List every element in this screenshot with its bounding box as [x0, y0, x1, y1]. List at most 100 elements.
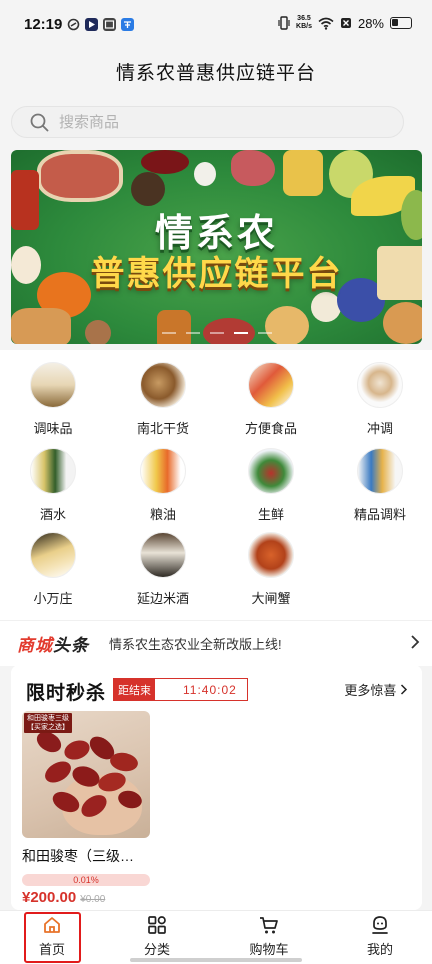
flash-sale-title: 限时秒杀	[26, 683, 107, 704]
category-item[interactable]: 小万庄	[13, 532, 93, 607]
category-label: 生鲜	[257, 507, 284, 522]
category-grid: 调味品 南北干货 方便食品 冲调酒水 粮油 生鲜 精品调料小万庄 延边米酒 大闸蟹	[0, 350, 432, 620]
category-item[interactable]: 延边米酒	[123, 532, 203, 607]
category-label: 大闸蟹	[251, 591, 291, 606]
category-label: 酒水	[39, 507, 66, 522]
net-speed-value: 36.5	[297, 15, 311, 22]
banner-food-decoration	[231, 150, 275, 186]
category-label: 冲调	[366, 421, 393, 436]
no-sim-icon	[340, 18, 351, 28]
drinks-icon	[30, 448, 76, 494]
price-row: ¥200.00 ¥0.00	[22, 889, 150, 906]
tab-category[interactable]: 分类	[127, 915, 187, 958]
news-headline[interactable]: 情系农生态农业全新改版上线!	[109, 634, 282, 653]
more-surprises-label: 更多惊喜	[344, 683, 397, 698]
banner-food-decoration	[157, 310, 191, 344]
status-system-area: 36.5 KB/s 28%	[278, 15, 412, 31]
notification-app-icon	[85, 18, 98, 31]
banner-food-decoration	[283, 150, 323, 196]
product-price: ¥200.00	[22, 889, 77, 906]
tab-profile-label: 我的	[366, 942, 393, 957]
banner-dot[interactable]	[209, 332, 224, 334]
search-icon	[30, 113, 49, 131]
instant-food-icon	[248, 362, 294, 408]
home-icon	[44, 917, 60, 933]
product-name[interactable]: 和田骏枣（三级…	[22, 846, 150, 866]
date-fruit	[61, 737, 93, 763]
sale-progress-bar: 0.01%	[22, 874, 150, 886]
flash-sale-section: 限时秒杀 距结束 11:40:02 更多惊喜 和田骏枣三级 【买家之选】 和田骏…	[11, 665, 422, 910]
banner-dot[interactable]	[233, 332, 248, 334]
category-label: 方便食品	[244, 421, 297, 436]
battery-icon	[390, 17, 412, 29]
banner-food-decoration	[194, 162, 216, 186]
product-original-price: ¥0.00	[80, 894, 106, 905]
category-grid-icon	[148, 916, 166, 934]
more-surprises-link[interactable]: 更多惊喜	[344, 680, 408, 699]
category-item[interactable]: 调味品	[13, 362, 93, 437]
banner-food-decoration	[203, 318, 255, 344]
cart-icon	[260, 917, 278, 934]
product-image[interactable]: 和田骏枣三级 【买家之选】	[22, 711, 150, 838]
tab-home[interactable]: 首页	[22, 915, 82, 958]
news-logo: 商城头条	[17, 631, 89, 656]
premium-seasoning-icon	[357, 448, 403, 494]
profile-icon	[372, 916, 388, 934]
chevron-right-icon[interactable]	[410, 634, 420, 650]
category-item[interactable]: 方便食品	[231, 362, 311, 437]
battery-percent: 28%	[357, 15, 384, 31]
vibrate-icon	[278, 16, 290, 30]
flash-sale-countdown: 距结束 11:40:02	[113, 678, 248, 701]
category-item[interactable]: 酒水	[13, 448, 93, 523]
notification-app-icon	[121, 18, 134, 31]
countdown-time: 11:40:02	[183, 682, 237, 697]
promo-banner[interactable]: 情系农 普惠供应链平台	[11, 150, 422, 344]
tab-profile[interactable]: 我的	[350, 915, 410, 958]
xiaowanzhuang-icon	[30, 532, 76, 578]
banner-food-decoration	[11, 308, 71, 344]
banner-dot[interactable]	[257, 332, 272, 334]
net-speed: 36.5 KB/s	[296, 15, 312, 31]
category-label: 延边米酒	[136, 591, 189, 606]
seasoning-icon	[30, 362, 76, 408]
banner-dot[interactable]	[185, 332, 200, 334]
category-item[interactable]: 精品调料	[340, 448, 420, 523]
search-input[interactable]	[59, 113, 359, 131]
product-tag: 和田骏枣三级 【买家之选】	[24, 713, 72, 733]
banner-dot[interactable]	[161, 332, 176, 334]
wifi-icon	[318, 17, 334, 30]
notification-app-icon	[67, 18, 80, 31]
search-bar[interactable]	[11, 106, 404, 138]
crab-icon	[248, 532, 294, 578]
system-home-indicator[interactable]	[130, 958, 302, 962]
banner-food-decoration	[383, 302, 422, 344]
category-item[interactable]: 大闸蟹	[231, 532, 311, 607]
category-label: 精品调料	[353, 507, 406, 522]
category-label: 粮油	[149, 507, 176, 522]
news-logo-part1: 商城	[17, 636, 53, 655]
category-label: 南北干货	[136, 421, 189, 436]
banner-food-decoration	[131, 172, 165, 206]
bottom-tab-bar: 首页 分类 购物车 我的	[0, 910, 432, 964]
category-item[interactable]: 冲调	[340, 362, 420, 437]
beverage-mix-icon	[357, 362, 403, 408]
tab-cart-label: 购物车	[249, 942, 289, 957]
dried-goods-icon	[140, 362, 186, 408]
category-item[interactable]: 粮油	[123, 448, 203, 523]
status-bar: 12:19 36.5 KB/s 28%	[0, 0, 432, 48]
news-ticker[interactable]: 商城头条 情系农生态农业全新改版上线!	[0, 620, 432, 666]
flash-sale-product-card[interactable]: 和田骏枣三级 【买家之选】 和田骏枣（三级… 0.01% ¥200.00 ¥0.…	[22, 711, 150, 906]
date-fruit	[41, 757, 75, 787]
category-item[interactable]: 生鲜	[231, 448, 311, 523]
product-tag-subtitle: 【买家之选】	[27, 724, 69, 731]
app-header: 情系农普惠供应链平台	[0, 48, 432, 94]
category-item[interactable]: 南北干货	[123, 362, 203, 437]
tab-cart[interactable]: 购物车	[239, 915, 299, 958]
banner-subheadline: 普惠供应链平台	[90, 255, 343, 293]
category-grid-inner: 调味品 南北干货 方便食品 冲调酒水 粮油 生鲜 精品调料小万庄 延边米酒 大闸蟹	[0, 350, 432, 620]
banner-food-decoration	[37, 150, 123, 202]
status-time: 12:19	[24, 16, 63, 33]
countdown-label: 距结束	[114, 679, 155, 700]
product-tag-title: 和田骏枣三级	[27, 715, 69, 722]
category-label: 小万庄	[33, 591, 73, 606]
